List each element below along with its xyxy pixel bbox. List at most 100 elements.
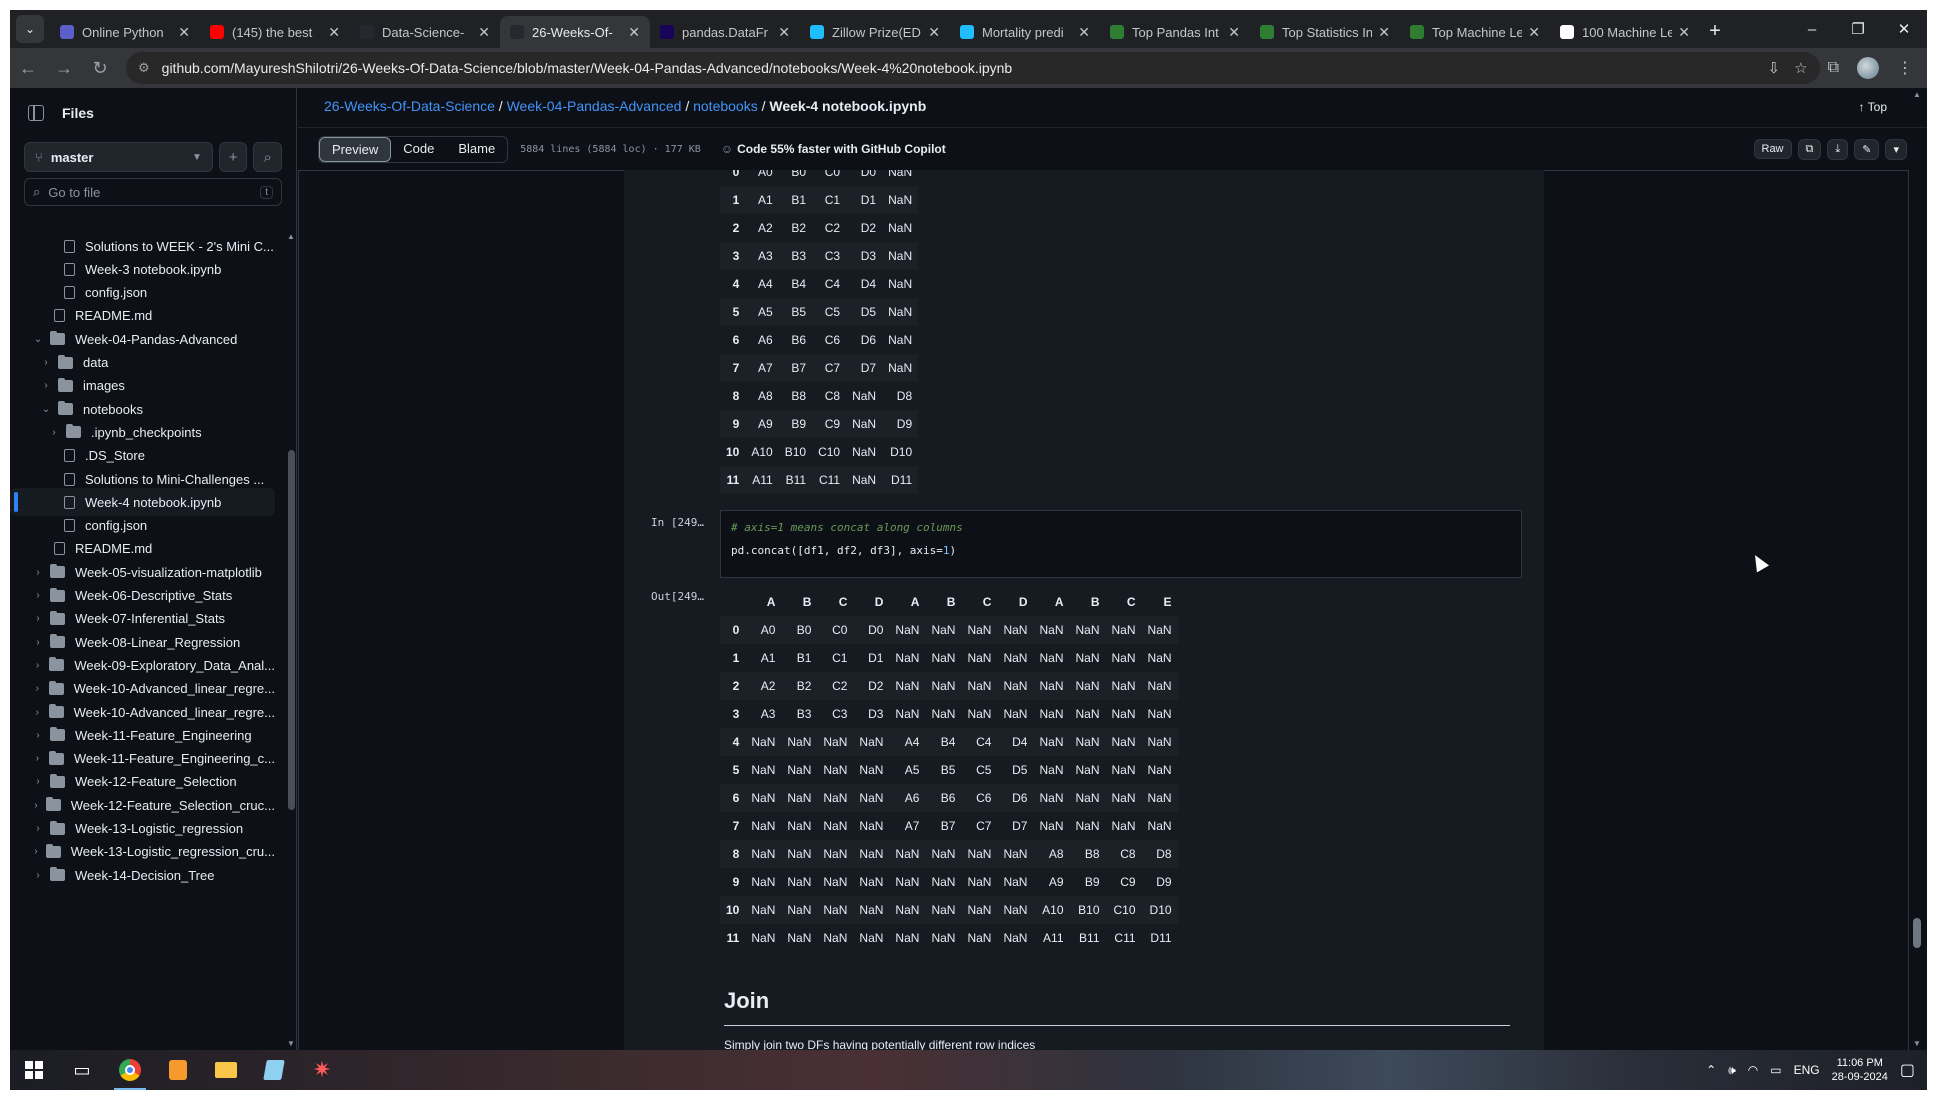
browser-tab[interactable]: 26-Weeks-Of- ✕ — [500, 16, 650, 48]
bookmark-star-icon[interactable]: ☆ — [1794, 59, 1807, 77]
table-cell: NaN — [787, 763, 812, 777]
wifi-icon[interactable]: ◠ — [1748, 1063, 1758, 1077]
branch-selector[interactable]: ⑂ master ▼ — [24, 142, 213, 172]
sidebar-scrollbar[interactable]: ▲ ▼ — [286, 230, 296, 1050]
close-window-icon[interactable]: ✕ — [1881, 10, 1927, 48]
close-tab-icon[interactable]: ✕ — [1528, 24, 1540, 41]
sidebar-scroll-thumb[interactable] — [288, 450, 295, 810]
tab-code[interactable]: Code — [391, 137, 446, 162]
tab-search-button[interactable]: ⌄ — [16, 15, 44, 43]
app-taskbar-icon[interactable]: ✷ — [298, 1050, 346, 1090]
tab-preview[interactable]: Preview — [319, 136, 392, 162]
extensions-icon[interactable]: ⧉ — [1828, 59, 1839, 77]
back-icon[interactable]: ← — [10, 58, 46, 79]
copy-icon[interactable]: ⧉ — [1797, 138, 1822, 160]
raw-button[interactable]: Raw — [1753, 139, 1792, 159]
breadcrumb-folder[interactable]: Week-04-Pandas-Advanced — [507, 98, 682, 114]
clock[interactable]: 11:06 PM 28-09-2024 — [1832, 1056, 1888, 1084]
profile-avatar[interactable] — [1857, 57, 1879, 79]
download-icon[interactable]: ⤓ — [1827, 138, 1849, 160]
chrome-taskbar-icon[interactable] — [106, 1050, 154, 1090]
install-app-icon[interactable]: ⇩ — [1768, 59, 1781, 77]
chevron-right-icon[interactable]: › — [40, 357, 52, 368]
close-tab-icon[interactable]: ✕ — [328, 24, 340, 41]
new-tab-button[interactable]: + — [1700, 16, 1730, 46]
file-explorer-icon[interactable] — [202, 1050, 250, 1090]
search-icon[interactable]: ⌕ — [253, 142, 282, 172]
browser-tab[interactable]: Mortality predi ✕ — [950, 16, 1100, 48]
browser-menu-icon[interactable]: ⋮ — [1897, 58, 1913, 78]
tree-folder[interactable]: › Week-14-Decision_Tree — [10, 861, 275, 889]
chevron-right-icon[interactable]: › — [32, 823, 44, 834]
copilot-promo[interactable]: ☺ Code 55% faster with GitHub Copilot — [721, 142, 946, 156]
chevron-right-icon[interactable]: › — [32, 637, 44, 648]
site-info-icon[interactable]: ⚙ — [138, 60, 150, 76]
close-tab-icon[interactable]: ✕ — [1228, 24, 1240, 41]
chevron-right-icon[interactable]: › — [32, 707, 43, 718]
chevron-right-icon[interactable]: › — [32, 870, 44, 881]
more-options-icon[interactable]: ▾ — [1885, 138, 1907, 160]
chevron-down-icon[interactable]: ⌄ — [32, 334, 44, 345]
chevron-right-icon[interactable]: › — [32, 776, 44, 787]
reload-icon[interactable]: ↻ — [82, 58, 118, 79]
chevron-right-icon[interactable]: › — [40, 380, 52, 391]
browser-tab[interactable]: pandas.DataFr ✕ — [650, 16, 800, 48]
page-scroll-thumb[interactable] — [1913, 918, 1921, 948]
chevron-right-icon[interactable]: › — [32, 683, 43, 694]
chevron-right-icon[interactable]: › — [48, 427, 60, 438]
edit-pencil-icon[interactable]: ✎ — [1854, 138, 1880, 160]
table-cell: NaN — [853, 840, 890, 868]
close-tab-icon[interactable]: ✕ — [778, 24, 790, 41]
close-tab-icon[interactable]: ✕ — [928, 24, 940, 41]
browser-tab[interactable]: (145) the best ✕ — [200, 16, 350, 48]
notepad-taskbar-icon[interactable] — [250, 1050, 298, 1090]
notifications-icon[interactable]: ▢ — [1900, 1060, 1915, 1080]
close-tab-icon[interactable]: ✕ — [478, 24, 490, 41]
close-tab-icon[interactable]: ✕ — [178, 24, 190, 41]
browser-tab[interactable]: Top Statistics In ✕ — [1250, 16, 1400, 48]
chevron-right-icon[interactable]: › — [32, 613, 44, 624]
chevron-up-icon[interactable]: ⌃ — [1706, 1063, 1716, 1077]
browser-tab[interactable]: Online Python ✕ — [50, 16, 200, 48]
close-tab-icon[interactable]: ✕ — [1378, 24, 1390, 41]
forward-icon[interactable]: → — [46, 58, 82, 79]
browser-tab[interactable]: Zillow Prize(ED ✕ — [800, 16, 950, 48]
chevron-right-icon[interactable]: › — [32, 567, 44, 578]
go-to-file-input[interactable]: ⌕ Go to file t — [24, 178, 282, 206]
restore-icon[interactable]: ❐ — [1835, 10, 1881, 48]
add-file-button[interactable]: + — [218, 142, 248, 172]
sublime-taskbar-icon[interactable] — [154, 1050, 202, 1090]
minimize-icon[interactable]: – — [1789, 10, 1835, 48]
chevron-right-icon[interactable]: › — [32, 730, 44, 741]
address-bar[interactable]: ⚙ github.com/MayureshShilotri/26-Weeks-O… — [126, 52, 1820, 84]
chevron-right-icon[interactable]: › — [32, 846, 40, 857]
top-link[interactable]: ↑ Top — [1859, 100, 1887, 114]
close-tab-icon[interactable]: ✕ — [1678, 24, 1690, 41]
browser-tab[interactable]: Top Pandas Int ✕ — [1100, 16, 1250, 48]
browser-tab[interactable]: 100 Machine Le ✕ — [1550, 16, 1700, 48]
scroll-down-icon[interactable]: ▼ — [286, 1039, 296, 1048]
chevron-down-icon[interactable]: ⌄ — [40, 404, 52, 415]
scroll-down-icon[interactable]: ▼ — [1911, 1039, 1923, 1048]
volume-icon[interactable]: 🕪 — [1728, 1063, 1736, 1078]
chevron-right-icon[interactable]: › — [32, 753, 43, 764]
close-tab-icon[interactable]: ✕ — [628, 24, 640, 41]
close-tab-icon[interactable]: ✕ — [1078, 24, 1090, 41]
browser-tab[interactable]: Top Machine Le ✕ — [1400, 16, 1550, 48]
start-button[interactable] — [10, 1050, 58, 1090]
chevron-right-icon[interactable]: › — [32, 660, 43, 671]
chevron-right-icon[interactable]: › — [32, 590, 44, 601]
language-indicator[interactable]: ENG — [1794, 1063, 1820, 1077]
task-view-icon[interactable]: ▭ — [58, 1050, 106, 1090]
browser-tab[interactable]: Data-Science- ✕ — [350, 16, 500, 48]
tab-blame[interactable]: Blame — [446, 137, 507, 162]
collapse-sidebar-icon[interactable] — [28, 105, 44, 121]
scroll-up-icon[interactable]: ▲ — [1911, 90, 1923, 99]
breadcrumb-repo[interactable]: 26-Weeks-Of-Data-Science — [324, 98, 495, 114]
chevron-right-icon[interactable]: › — [32, 800, 40, 811]
breadcrumb-subfolder[interactable]: notebooks — [693, 98, 758, 114]
url-text[interactable]: github.com/MayureshShilotri/26-Weeks-Of-… — [162, 60, 1754, 76]
battery-icon[interactable]: ▭ — [1770, 1063, 1781, 1077]
page-scrollbar[interactable]: ▲ ▼ — [1911, 88, 1923, 1050]
scroll-up-icon[interactable]: ▲ — [286, 232, 296, 241]
